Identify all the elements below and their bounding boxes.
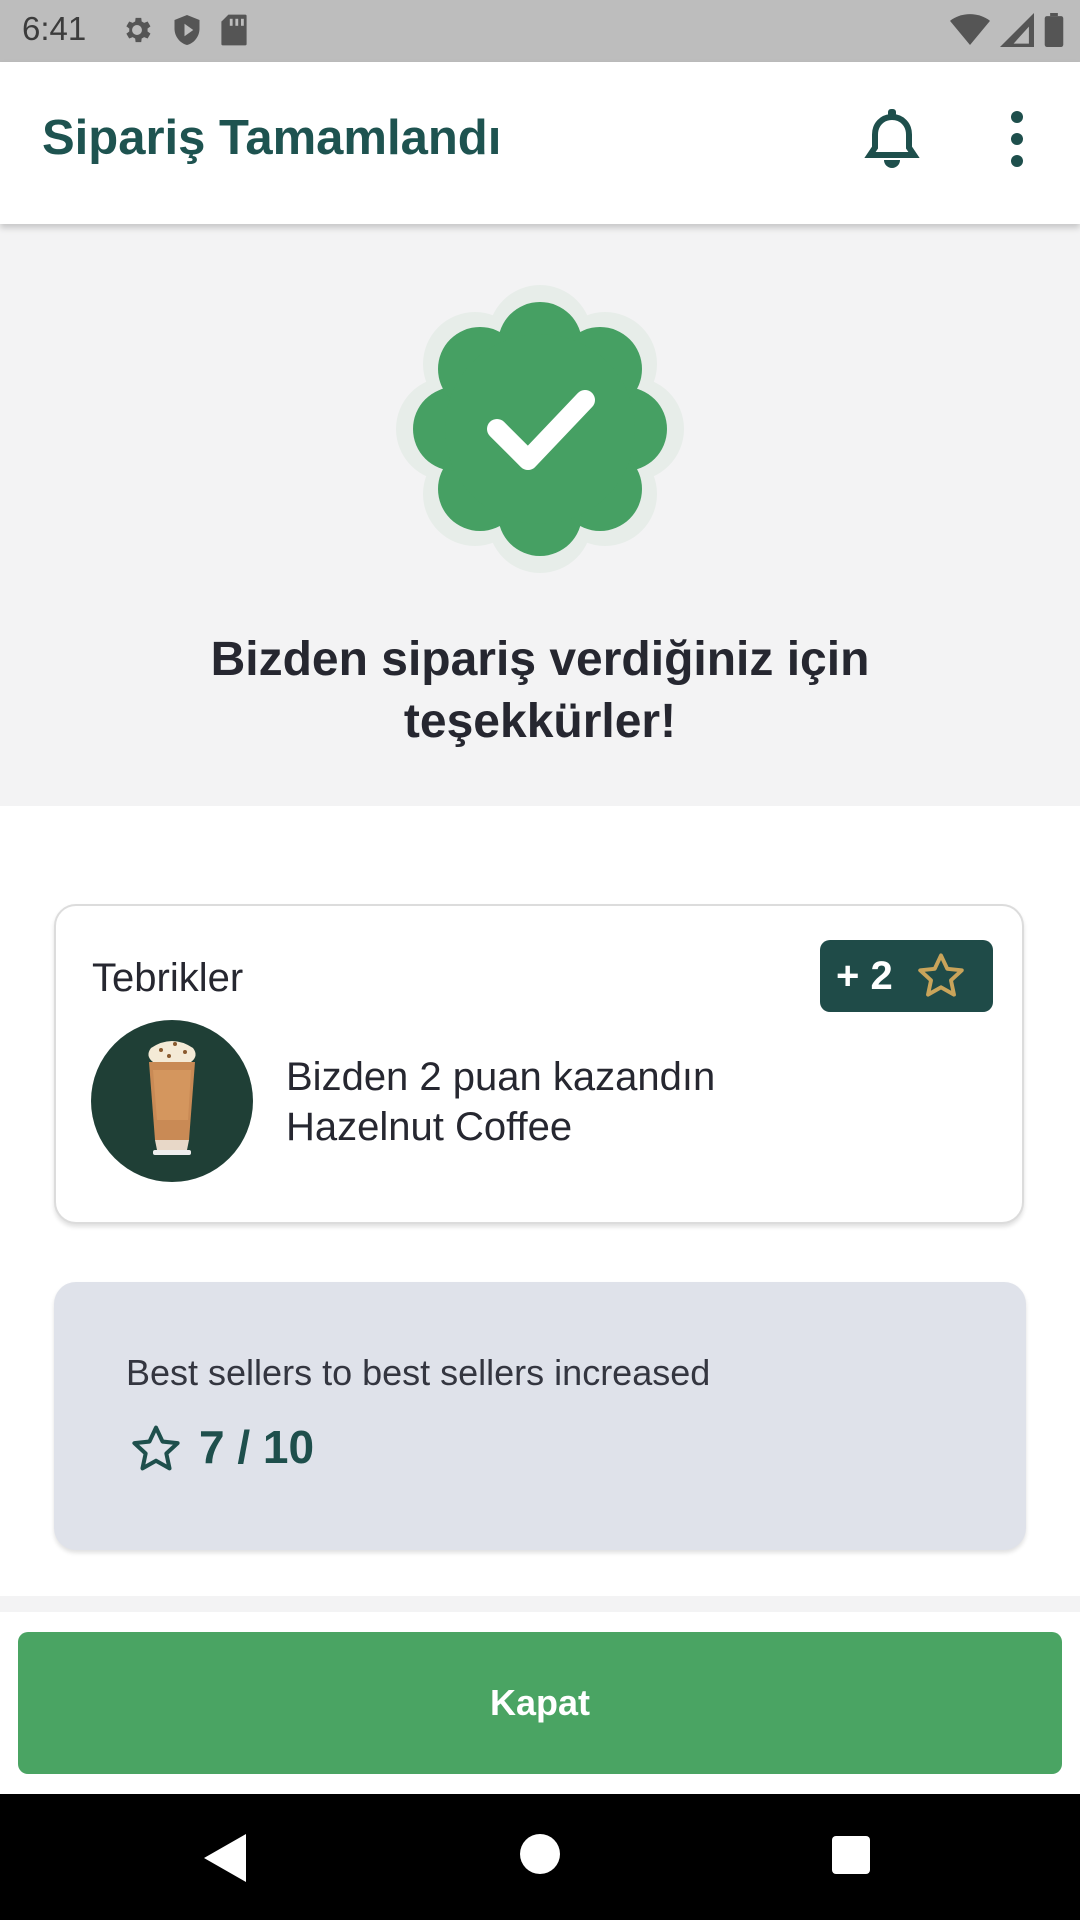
- status-icons-left: [120, 13, 248, 49]
- reward-card: Tebrikler + 2 Bizden 2 puan kazandın Haz…: [54, 904, 1024, 1224]
- recent-apps-icon[interactable]: [832, 1836, 870, 1874]
- hazelnut-coffee-image: [91, 1020, 253, 1182]
- thank-you-message: Bizden sipariş verdiğiniz için teşekkürl…: [210, 633, 870, 748]
- status-time: 6:41: [22, 10, 87, 47]
- reward-description: Bizden 2 puan kazandın Hazelnut Coffee: [286, 1052, 715, 1152]
- star-outline-icon: [918, 953, 964, 997]
- wifi-icon: [950, 14, 990, 45]
- notifications-button[interactable]: [862, 106, 922, 172]
- confirmation-section: Bizden sipariş verdiğiniz için teşekkürl…: [0, 224, 1080, 806]
- more-vertical-icon: [1011, 111, 1023, 167]
- more-options-button[interactable]: [1000, 110, 1034, 168]
- progress-card: Best sellers to best sellers increased 7…: [54, 1282, 1026, 1550]
- sd-card-icon: [221, 14, 247, 46]
- reward-points-text: Bizden 2 puan kazandın: [286, 1055, 716, 1099]
- system-nav-bar: [0, 1794, 1080, 1920]
- points-badge: + 2: [820, 940, 993, 1012]
- close-button[interactable]: Kapat: [18, 1632, 1062, 1774]
- page-title: Sipariş Tamamlandı: [42, 111, 502, 165]
- app-bar: Sipariş Tamamlandı: [0, 62, 1080, 224]
- bell-icon: [864, 109, 920, 168]
- battery-icon: [1044, 13, 1064, 47]
- star-outline-icon: [132, 1425, 180, 1471]
- shield-icon: [174, 15, 200, 45]
- status-icons-right: [950, 13, 1064, 49]
- back-icon[interactable]: [204, 1834, 246, 1882]
- settings-icon: [126, 17, 151, 43]
- status-bar: 6:41: [0, 0, 1080, 62]
- points-badge-value: + 2: [836, 954, 893, 998]
- progress-value: 7 / 10: [199, 1421, 315, 1473]
- check-badge-icon: [396, 285, 684, 573]
- progress-label: Best sellers to best sellers increased: [126, 1352, 711, 1393]
- reward-card-title: Tebrikler: [92, 956, 244, 1000]
- product-name: Hazelnut Coffee: [286, 1105, 573, 1149]
- success-badge: [385, 274, 695, 584]
- divider: [0, 1596, 1080, 1612]
- signal-icon: [1000, 13, 1034, 47]
- home-icon[interactable]: [520, 1834, 560, 1874]
